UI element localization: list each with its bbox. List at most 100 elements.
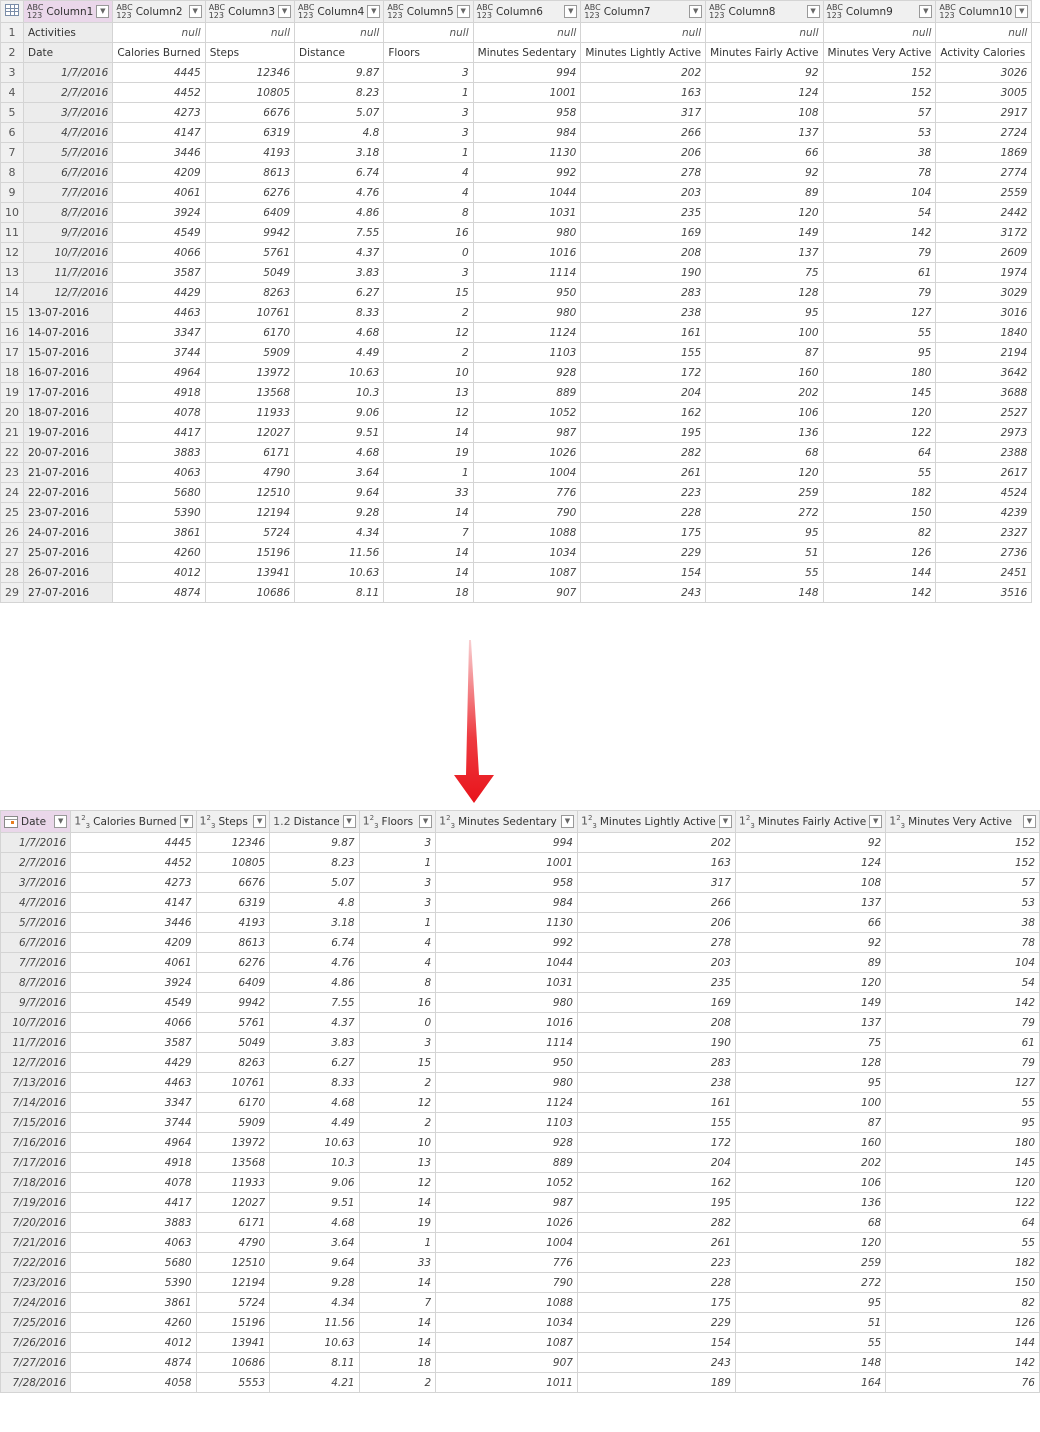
table-cell[interactable]: 55 <box>822 322 937 343</box>
table-cell[interactable]: 958 <box>472 102 582 123</box>
table-cell[interactable]: 14 <box>358 1312 437 1333</box>
table-cell[interactable]: 1 <box>358 1232 437 1253</box>
table-cell[interactable]: 13941 <box>204 562 296 583</box>
table-cell[interactable]: null <box>705 22 824 43</box>
table-cell[interactable]: 4874 <box>70 1352 197 1373</box>
table-cell[interactable]: 950 <box>435 1052 578 1073</box>
table-cell[interactable]: 4209 <box>70 932 197 953</box>
table-cell[interactable]: 127 <box>822 302 937 323</box>
table-cell[interactable]: 3172 <box>935 222 1033 243</box>
table-cell[interactable]: 8613 <box>204 162 296 183</box>
table-cell[interactable]: 229 <box>580 542 707 563</box>
table-cell[interactable]: 12 <box>358 1092 437 1113</box>
table-cell[interactable]: 3 <box>358 832 437 853</box>
table-cell[interactable]: Minutes Lightly Active <box>580 42 707 63</box>
table-cell[interactable]: 18 <box>383 582 474 603</box>
table-cell[interactable]: 980 <box>435 1072 578 1093</box>
table-cell[interactable]: 19 <box>358 1212 437 1233</box>
table-cell[interactable]: 51 <box>734 1312 887 1333</box>
table-cell[interactable]: 95 <box>885 1112 1040 1133</box>
table-cell[interactable]: 4524 <box>935 482 1033 503</box>
table-cell[interactable]: 55 <box>885 1232 1040 1253</box>
table-cell[interactable]: 6.27 <box>294 282 385 303</box>
table-cell[interactable]: 317 <box>576 872 736 893</box>
table-cell[interactable]: 15 <box>383 282 474 303</box>
table-cell[interactable]: 4429 <box>112 282 206 303</box>
table-cell[interactable]: 92 <box>705 162 824 183</box>
table-cell[interactable]: 14 <box>383 422 474 443</box>
table-cell[interactable]: 984 <box>435 892 578 913</box>
table-cell[interactable]: 1011 <box>435 1372 578 1393</box>
table-cell[interactable]: 53 <box>822 122 937 143</box>
table-cell[interactable]: 95 <box>705 302 824 323</box>
table-cell[interactable]: 1052 <box>472 402 582 423</box>
table-cell[interactable]: 164 <box>734 1372 887 1393</box>
table-cell[interactable]: 3347 <box>112 322 206 343</box>
table-cell[interactable]: 4193 <box>195 912 271 933</box>
table-cell[interactable]: 3587 <box>112 262 206 283</box>
table-cell[interactable]: 4549 <box>112 222 206 243</box>
table-cell[interactable]: 182 <box>885 1252 1040 1273</box>
filter-dropdown-icon[interactable]: ▼ <box>253 815 267 828</box>
table-cell[interactable]: 7/7/2016 <box>0 952 72 973</box>
table-cell[interactable]: 8263 <box>204 282 296 303</box>
table-cell[interactable]: 1088 <box>435 1292 578 1313</box>
table-cell[interactable]: 3924 <box>112 202 206 223</box>
table-cell[interactable]: 7.55 <box>294 222 385 243</box>
table-cell[interactable]: 12027 <box>204 422 296 443</box>
table-cell[interactable]: 7/26/2016 <box>0 1332 72 1353</box>
table-cell[interactable]: 21-07-2016 <box>22 462 114 483</box>
table-cell[interactable]: 261 <box>576 1232 736 1253</box>
table-cell[interactable]: 12 <box>383 322 474 343</box>
table-cell[interactable]: 2527 <box>935 402 1033 423</box>
table-cell[interactable]: 13568 <box>195 1152 271 1173</box>
column-header-column5[interactable]: ABC 123 Column5 ▼ <box>383 0 474 23</box>
table-cell[interactable]: 57 <box>822 102 937 123</box>
any-type-icon[interactable]: ABC 123 <box>709 3 725 20</box>
table-cell[interactable]: Minutes Sedentary <box>472 42 582 63</box>
filter-dropdown-icon[interactable]: ▼ <box>560 815 574 828</box>
any-type-icon[interactable]: ABC 123 <box>387 3 403 20</box>
table-cell[interactable]: 144 <box>822 562 937 583</box>
table-cell[interactable]: 1044 <box>435 952 578 973</box>
table-cell[interactable]: 1044 <box>472 182 582 203</box>
table-cell[interactable]: 0 <box>358 1012 437 1033</box>
table-cell[interactable]: 87 <box>705 342 824 363</box>
table-cell[interactable]: 18 <box>358 1352 437 1373</box>
column-header-column1[interactable]: ABC 123 Column1 ▼ <box>22 0 114 23</box>
table-cell[interactable]: 61 <box>885 1032 1040 1053</box>
any-type-icon[interactable]: ABC 123 <box>477 3 493 20</box>
table-cell[interactable]: 4012 <box>112 562 206 583</box>
table-cell[interactable]: 5.07 <box>294 102 385 123</box>
table-cell[interactable]: 6/7/2016 <box>0 932 72 953</box>
table-cell[interactable]: 3/7/2016 <box>22 102 114 123</box>
column-header-minutes-very-active[interactable]: 123 Minutes Very Active ▼ <box>885 810 1040 833</box>
table-cell[interactable]: 317 <box>580 102 707 123</box>
table-cell[interactable]: 1031 <box>435 972 578 993</box>
table-cell[interactable]: 283 <box>580 282 707 303</box>
table-cell[interactable]: 2 <box>358 1112 437 1133</box>
table-cell[interactable]: 4918 <box>112 382 206 403</box>
table-cell[interactable]: 195 <box>576 1192 736 1213</box>
table-cell[interactable]: 1114 <box>435 1032 578 1053</box>
table-cell[interactable]: 4147 <box>70 892 197 913</box>
table-cell[interactable]: 6171 <box>195 1212 271 1233</box>
table-cell[interactable]: 149 <box>705 222 824 243</box>
table-cell[interactable]: 53 <box>885 892 1040 913</box>
table-cell[interactable]: 6676 <box>204 102 296 123</box>
table-cell[interactable]: 4078 <box>70 1172 197 1193</box>
table-cell[interactable]: 987 <box>472 422 582 443</box>
table-cell[interactable]: 66 <box>734 912 887 933</box>
table-cell[interactable]: 9.87 <box>294 62 385 83</box>
table-cell[interactable]: 182 <box>822 482 937 503</box>
table-cell[interactable]: 54 <box>885 972 1040 993</box>
table-cell[interactable]: 10686 <box>204 582 296 603</box>
filter-dropdown-icon[interactable]: ▼ <box>419 815 433 828</box>
table-cell[interactable]: 6170 <box>204 322 296 343</box>
table-cell[interactable]: 162 <box>576 1172 736 1193</box>
column-header-minutes-fairly-active[interactable]: 123 Minutes Fairly Active ▼ <box>734 810 887 833</box>
table-cell[interactable]: 1103 <box>472 342 582 363</box>
table-cell[interactable]: 14 <box>358 1332 437 1353</box>
table-cell[interactable]: 5390 <box>70 1272 197 1293</box>
table-cell[interactable]: 6.74 <box>269 932 360 953</box>
